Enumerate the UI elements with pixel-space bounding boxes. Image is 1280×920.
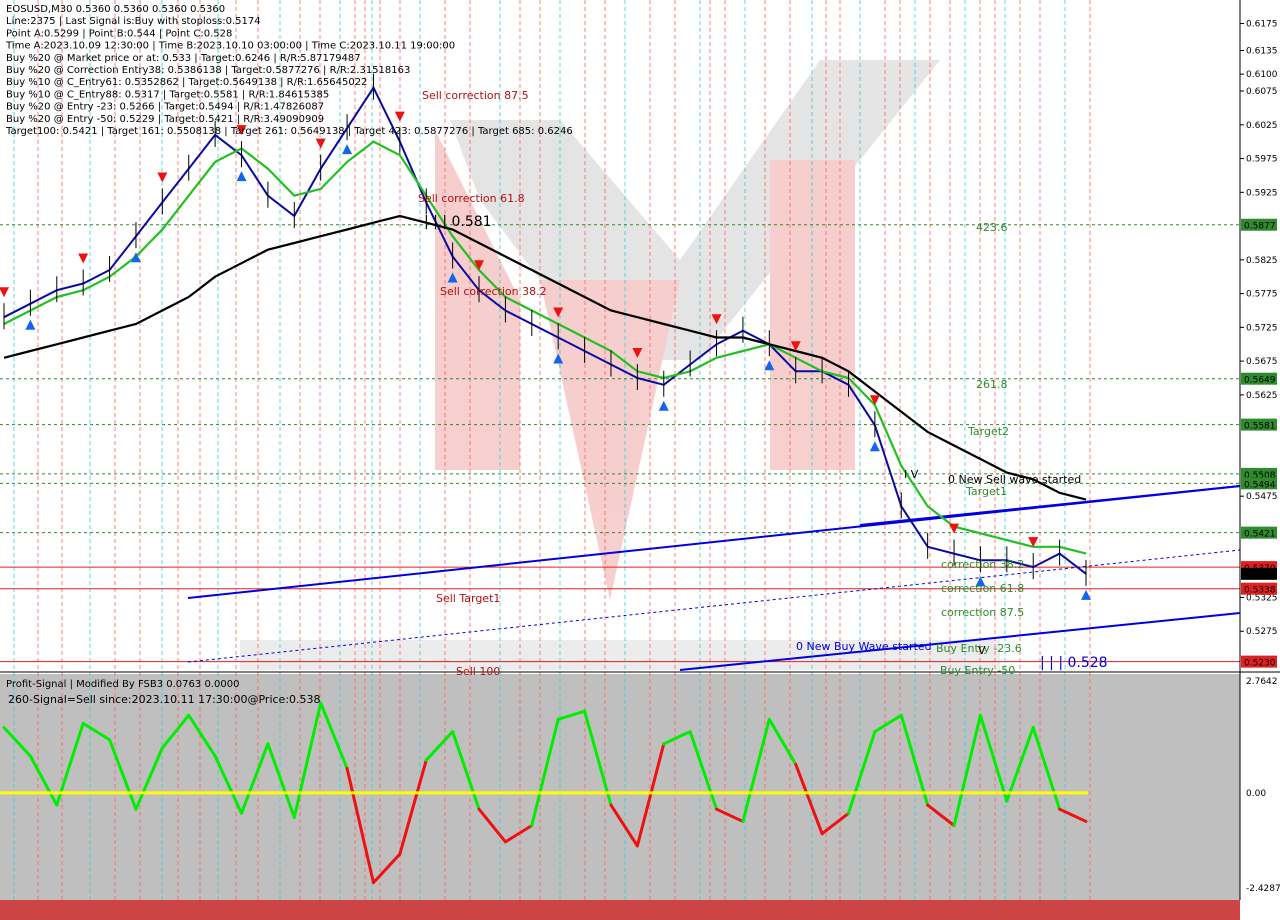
- annotation-261: 261.8: [976, 378, 1008, 391]
- annotation-423: 423.6: [976, 221, 1008, 234]
- annotation-correction-618: correction 61.8: [941, 582, 1024, 595]
- annotation-level-0581: | | | 0.581: [424, 214, 492, 230]
- price-badge-label: 0.5360: [1244, 571, 1276, 581]
- annotation-sell-correction-382: Sell correction 38.2: [440, 285, 547, 298]
- price-badge-label: 0.5877: [1244, 222, 1276, 232]
- price-badge-label: 0.5338: [1244, 586, 1276, 596]
- price-badge-label: 0.5230: [1244, 659, 1276, 669]
- price-tick-label: 0.6175: [1246, 20, 1278, 30]
- annotation-sell-correction-618: Sell correction 61.8: [418, 192, 525, 205]
- price-badge-label: 0.5421: [1244, 530, 1276, 540]
- price-tick-label: 0.5625: [1246, 391, 1278, 401]
- price-tick-label: 0.5475: [1246, 492, 1278, 502]
- header-line: Buy %20 @ Entry -50: 0.5229 | Target:0.5…: [6, 114, 324, 125]
- annotation-iv: I V: [904, 468, 919, 481]
- header-line: Target100: 0.5421 | Target 161: 0.550813…: [5, 126, 573, 137]
- price-tick-label: 0.6100: [1246, 70, 1278, 80]
- annotation-sell-target1: Sell Target1: [436, 592, 500, 605]
- header-line: Buy %20 @ Market price or at: 0.533 | Ta…: [6, 53, 361, 64]
- price-tick-label: 0.6075: [1246, 87, 1278, 97]
- annotation-buy-entry-50: Buy Entry -50: [940, 664, 1015, 677]
- chart-canvas: 0.6175 0.6135 0.6100 0.6075 0.6025 0.5975 0.59…: [0, 0, 1280, 920]
- header-line: Buy %20 @ Entry -23: 0.5266 | Target:0.5…: [6, 102, 324, 113]
- annotation-correction-875: correction 87.5: [941, 606, 1024, 619]
- price-badge-label: 0.5494: [1244, 480, 1276, 490]
- header-line: Time A:2023.10.09 12:30:00 | Time B:2023…: [5, 41, 455, 52]
- price-tick-label: 0.5275: [1246, 627, 1278, 637]
- price-tick-label: 0.5925: [1246, 188, 1278, 198]
- header-line: Buy %20 @ Correction Entry38: 0.5386138 …: [6, 65, 410, 76]
- annotation-sell-100: Sell 100: [456, 665, 500, 678]
- oscillator-tick-label: -2.4287: [1246, 884, 1280, 894]
- annotation-v: V: [978, 644, 986, 657]
- time-axis: [0, 900, 1240, 920]
- price-tick-label: 0.5725: [1246, 323, 1278, 333]
- oscillator-tick-label: 0.00: [1246, 789, 1266, 799]
- annotation-new-sell-wave: 0 New Sell wave started: [948, 473, 1081, 486]
- price-badge-label: 0.5649: [1244, 376, 1276, 386]
- annotation-new-buy-wave: 0 New Buy Wave started: [796, 640, 932, 653]
- price-badge-label: 0.5581: [1244, 422, 1276, 432]
- annotation-correction-382: correction 38.2: [941, 558, 1024, 571]
- price-tick-label: 0.5775: [1246, 290, 1278, 300]
- oscillator-tick-label: 2.7642: [1246, 677, 1278, 687]
- price-tick-label: 0.5675: [1246, 357, 1278, 367]
- oscillator-signal: 260-Signal=Sell since:2023.10.11 17:30:0…: [8, 693, 321, 706]
- annotation-sell-correction-875: Sell correction 87.5: [422, 89, 529, 102]
- price-tick-label: 0.6135: [1246, 47, 1278, 57]
- annotation-target2: Target2: [967, 425, 1009, 438]
- annotation-level-0528: | | | 0.528: [1040, 655, 1108, 671]
- header-line: Buy %10 @ C_Entry88: 0.5317 | Target:0.5…: [6, 89, 329, 100]
- price-tick-label: 0.6025: [1246, 121, 1278, 131]
- header-line: Line:2375 | Last Signal is:Buy with stop…: [6, 16, 261, 27]
- oscillator-title: Profit-Signal | Modified By FSB3 0.0763 …: [6, 679, 239, 690]
- price-tick-label: 0.5825: [1246, 256, 1278, 266]
- price-tick-label: 0.5975: [1246, 155, 1278, 165]
- header-line: Point A:0.5299 | Point B:0.544 | Point C…: [6, 28, 232, 39]
- annotation-target1: Target1: [965, 485, 1007, 498]
- header-line: EOSUSD,M30 0.5360 0.5360 0.5360 0.5360: [6, 4, 225, 15]
- header-line: Buy %10 @ C_Entry61: 0.5352862 | Target:…: [6, 77, 367, 88]
